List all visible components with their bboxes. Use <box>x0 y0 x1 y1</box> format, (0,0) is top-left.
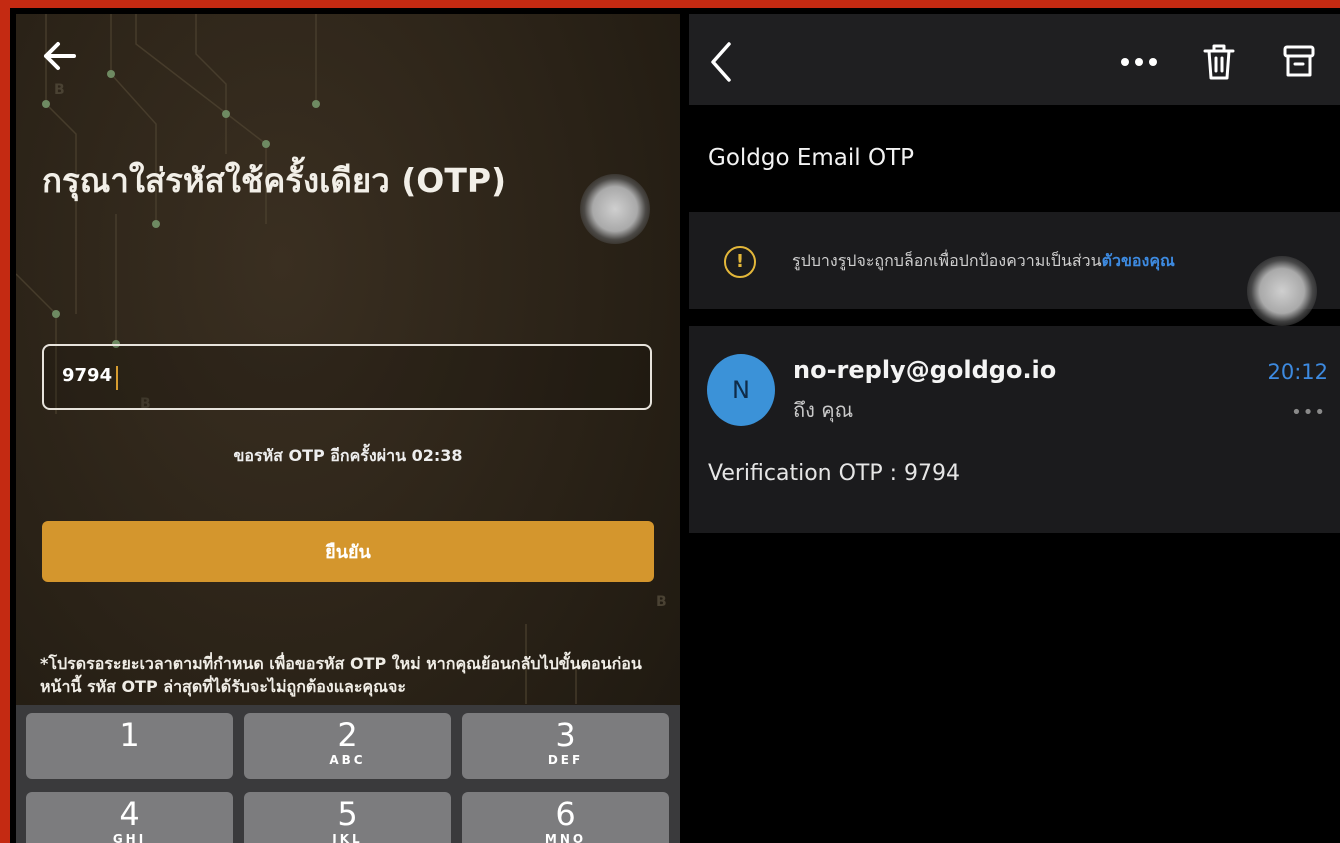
key-letters: JKL <box>332 832 363 843</box>
resend-timer-text: ขอรหัส OTP อีกครั้งผ่าน 02:38 <box>233 446 463 465</box>
page-title: กรุณาใส่รหัสใช้ครั้งเดียว (OTP) <box>42 161 507 200</box>
warning-icon: ! <box>724 246 756 278</box>
screenshot-frame: B B B กรุณาใส่รหัสใช้ครั้งเดียว (OTP) 97… <box>10 8 1340 843</box>
key-number: 2 <box>337 716 358 754</box>
touch-indicator <box>580 174 650 244</box>
recipient-line: ถึง คุณ <box>793 398 854 422</box>
key-letters: MNO <box>544 832 587 843</box>
key-letters: GHI <box>112 832 147 843</box>
banner-text: รูปบางรูปจะถูกบล็อกเพื่อปกป้องความเป็นส่… <box>792 249 1175 274</box>
numeric-keypad: 1 2 ABC 3 DEF 4 GHI 5 JKL 6 MNO <box>16 705 680 843</box>
banner-message: รูปบางรูปจะถูกบล็อกเพื่อปกป้องความเป็นส่… <box>792 251 1102 270</box>
key-2[interactable]: 2 ABC <box>244 713 451 779</box>
key-3[interactable]: 3 DEF <box>462 713 669 779</box>
key-6[interactable]: 6 MNO <box>462 792 669 843</box>
chevron-left-icon[interactable] <box>707 40 737 84</box>
email-app-screen: Goldgo Email OTP ! รูปบางรูปจะถูกบล็อกเพ… <box>689 14 1340 843</box>
key-5[interactable]: 5 JKL <box>244 792 451 843</box>
archive-icon[interactable] <box>1281 42 1317 82</box>
touch-indicator <box>1247 256 1317 326</box>
key-letters: ABC <box>329 753 366 767</box>
sender-address[interactable]: no-reply@goldgo.io <box>793 356 1056 384</box>
message-time: 20:12 <box>1267 360 1328 384</box>
key-letters: DEF <box>547 753 584 767</box>
email-message: N no-reply@goldgo.io ถึง คุณ 20:12 ••• V… <box>689 326 1340 533</box>
key-1[interactable]: 1 <box>26 713 233 779</box>
trash-icon[interactable] <box>1201 42 1237 82</box>
key-number: 1 <box>119 716 140 754</box>
confirm-button[interactable]: ยืนยัน <box>42 521 654 582</box>
key-number: 6 <box>555 795 576 833</box>
email-body: Verification OTP : 9794 <box>708 461 961 486</box>
svg-text:B: B <box>54 82 65 98</box>
key-4[interactable]: 4 GHI <box>26 792 233 843</box>
svg-text:B: B <box>656 594 667 610</box>
message-more-icon[interactable]: ••• <box>1291 402 1326 423</box>
key-number: 5 <box>337 795 358 833</box>
email-toolbar <box>689 14 1340 105</box>
banner-link[interactable]: ตัวของคุณ <box>1102 251 1175 270</box>
text-caret <box>116 366 118 390</box>
key-number: 3 <box>555 716 576 754</box>
back-arrow-icon[interactable] <box>38 36 82 76</box>
more-horizontal-icon[interactable] <box>1119 56 1159 68</box>
image-block-banner: ! รูปบางรูปจะถูกบล็อกเพื่อปกป้องความเป็น… <box>689 212 1340 309</box>
otp-note-text: *โปรดรอระยะเวลาตามที่กำหนด เพื่อขอรหัส O… <box>40 654 642 696</box>
email-subject: Goldgo Email OTP <box>708 145 915 171</box>
otp-input-value: 9794 <box>62 365 113 386</box>
otp-app-screen: B B B กรุณาใส่รหัสใช้ครั้งเดียว (OTP) 97… <box>16 14 680 843</box>
avatar[interactable]: N <box>707 354 775 426</box>
otp-input[interactable]: 9794 <box>42 344 652 410</box>
key-number: 4 <box>119 795 140 833</box>
